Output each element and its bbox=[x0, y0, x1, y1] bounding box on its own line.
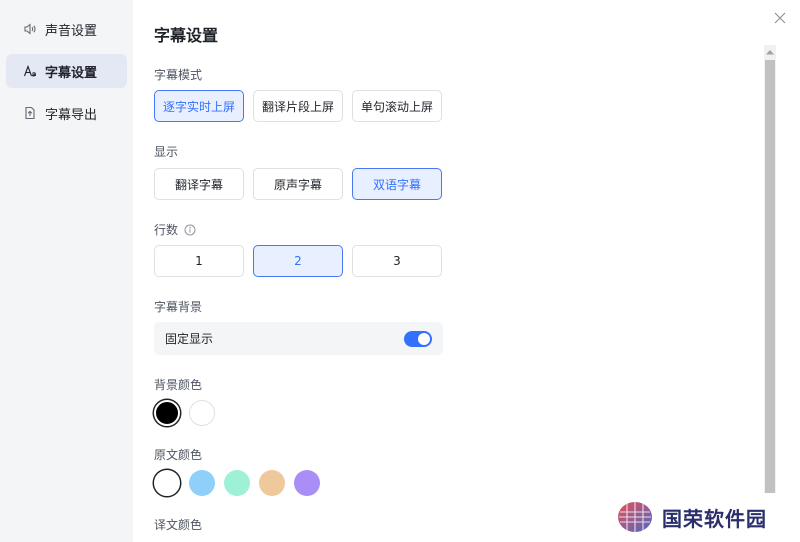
background-color-label: 背景颜色 bbox=[154, 378, 203, 392]
display-option[interactable]: 翻译字幕 bbox=[154, 168, 244, 200]
display-option[interactable]: 原声字幕 bbox=[253, 168, 343, 200]
sidebar-item-sound-settings[interactable]: 声音设置 bbox=[6, 12, 127, 46]
color-swatch[interactable] bbox=[189, 400, 215, 426]
subtitle-background-label: 字幕背景 bbox=[154, 300, 203, 314]
font-icon bbox=[22, 63, 38, 79]
scrollbar[interactable] bbox=[764, 45, 776, 493]
color-swatch[interactable] bbox=[189, 470, 215, 496]
watermark-text: 国荣软件园 bbox=[662, 506, 767, 531]
scrollbar-thumb[interactable] bbox=[765, 60, 775, 493]
speaker-icon bbox=[22, 21, 38, 37]
lines-options: 1 2 3 bbox=[154, 245, 442, 277]
globe-logo-icon bbox=[618, 502, 652, 532]
fixed-display-label: 固定显示 bbox=[165, 332, 214, 346]
close-icon bbox=[774, 12, 786, 24]
lines-option[interactable]: 2 bbox=[253, 245, 343, 277]
sidebar-item-subtitle-settings[interactable]: 字幕设置 bbox=[6, 54, 127, 88]
subtitle-mode-options: 逐字实时上屏 翻译片段上屏 单句滚动上屏 bbox=[154, 90, 442, 122]
display-option[interactable]: 双语字幕 bbox=[352, 168, 442, 200]
info-icon[interactable] bbox=[184, 224, 196, 236]
toggle-knob bbox=[418, 332, 430, 345]
settings-panel: 字幕设置 字幕模式 逐字实时上屏 翻译片段上屏 单句滚动上屏 显示 翻译字幕 原… bbox=[133, 0, 800, 542]
original-color-swatches bbox=[154, 470, 320, 496]
subtitle-mode-option[interactable]: 逐字实时上屏 bbox=[154, 90, 244, 122]
color-swatch[interactable] bbox=[154, 470, 180, 496]
background-color-swatches bbox=[154, 400, 215, 426]
sidebar-item-label: 声音设置 bbox=[45, 23, 98, 39]
lines-label: 行数 bbox=[154, 223, 179, 237]
subtitle-mode-option[interactable]: 翻译片段上屏 bbox=[253, 90, 343, 122]
display-options: 翻译字幕 原声字幕 双语字幕 bbox=[154, 168, 442, 200]
sidebar-item-label: 字幕导出 bbox=[45, 107, 98, 123]
export-icon bbox=[22, 105, 38, 121]
subtitle-mode-option[interactable]: 单句滚动上屏 bbox=[352, 90, 442, 122]
color-swatch[interactable] bbox=[259, 470, 285, 496]
sidebar-item-label: 字幕设置 bbox=[45, 65, 98, 81]
page-title: 字幕设置 bbox=[154, 26, 219, 45]
fixed-display-row: 固定显示 bbox=[154, 322, 443, 355]
fixed-display-toggle[interactable] bbox=[404, 330, 432, 347]
translation-color-label: 译文颜色 bbox=[154, 518, 203, 532]
lines-option[interactable]: 1 bbox=[154, 245, 244, 277]
color-swatch[interactable] bbox=[154, 400, 180, 426]
sidebar: 声音设置 字幕设置 字幕导出 bbox=[0, 0, 133, 542]
subtitle-mode-label: 字幕模式 bbox=[154, 68, 203, 82]
color-swatch[interactable] bbox=[294, 470, 320, 496]
lines-option[interactable]: 3 bbox=[352, 245, 442, 277]
original-color-label: 原文颜色 bbox=[154, 448, 203, 462]
color-swatch[interactable] bbox=[224, 470, 250, 496]
lines-label-row: 行数 bbox=[154, 221, 196, 238]
arrow-up-icon bbox=[766, 50, 774, 55]
display-label: 显示 bbox=[154, 145, 179, 159]
sidebar-item-subtitle-export[interactable]: 字幕导出 bbox=[6, 96, 127, 130]
scroll-up-button[interactable] bbox=[764, 45, 776, 59]
watermark: 国荣软件园 bbox=[616, 499, 796, 535]
close-button[interactable] bbox=[772, 10, 788, 26]
